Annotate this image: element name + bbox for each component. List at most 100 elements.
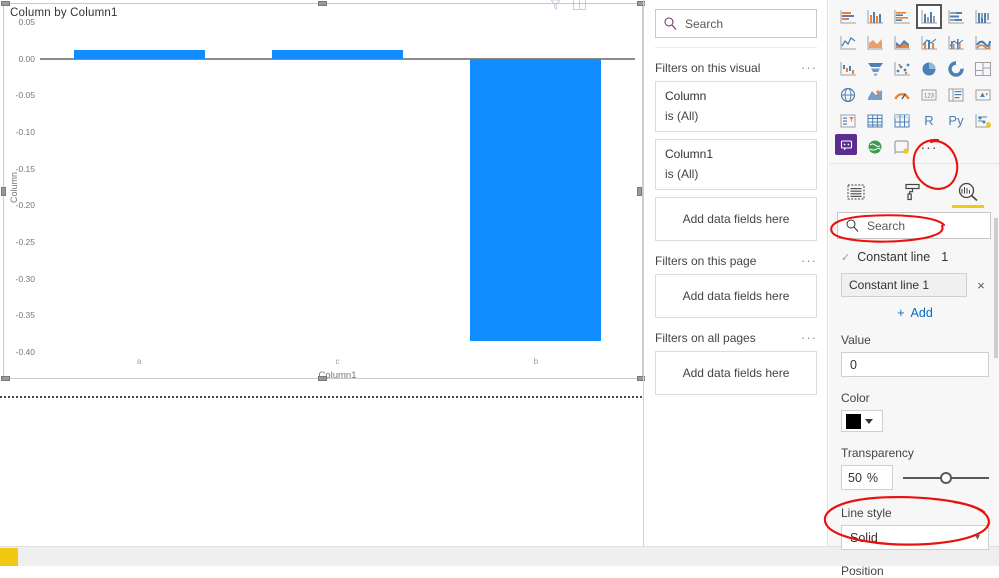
treemap-icon[interactable]	[970, 56, 996, 81]
visualization-type-gallery[interactable]: 123 R Py ···	[829, 0, 999, 159]
line-style-select[interactable]: Solid ▾	[841, 525, 989, 550]
filter-section-header: Filters on this visual ···	[655, 61, 817, 75]
plus-icon: +	[897, 306, 905, 320]
donut-chart-icon[interactable]	[943, 56, 969, 81]
transparency-slider[interactable]	[903, 470, 989, 486]
stacked-bar-chart-icon[interactable]	[835, 4, 861, 29]
format-search-box[interactable]: Search	[837, 212, 991, 239]
resize-handle-bottom-left[interactable]	[1, 376, 10, 381]
resize-handle-top-left[interactable]	[1, 1, 10, 6]
more-options-icon[interactable]: ···	[801, 331, 817, 344]
pane-tab-strip[interactable]	[829, 163, 999, 208]
python-visual-icon[interactable]: Py	[943, 108, 969, 133]
visualizations-pane[interactable]: 123 R Py ··· Search ✓ Constant line 1 Co…	[829, 0, 999, 578]
x-axis-tick: a	[136, 357, 142, 366]
analytics-pane-tab[interactable]	[952, 179, 984, 208]
more-options-icon[interactable]: ···	[801, 254, 817, 267]
resize-handle-middle-right[interactable]	[637, 187, 642, 196]
constant-line-group-header[interactable]: ✓ Constant line 1	[829, 239, 999, 273]
color-picker[interactable]	[841, 410, 883, 432]
ribbon-chart-icon[interactable]	[970, 30, 996, 55]
value-label: Value	[841, 333, 871, 347]
multi-row-card-icon[interactable]	[943, 82, 969, 107]
paint-roller-icon	[904, 183, 920, 201]
filters-pane[interactable]: Search Filters on this visual ··· Column is…	[645, 0, 828, 546]
funnel-chart-icon[interactable]	[862, 56, 888, 81]
filter-field-name: Column1	[665, 147, 714, 161]
report-page-surface[interactable]: Column by Column1 Column 0.05 0.00 -0.05 -0…	[0, 0, 645, 546]
value-input[interactable]: 0	[841, 352, 989, 377]
matrix-icon[interactable]	[889, 108, 915, 133]
r-script-visual-icon[interactable]: R	[916, 108, 942, 133]
resize-handle-top-center[interactable]	[318, 1, 327, 6]
line-and-stacked-column-chart-icon[interactable]	[916, 30, 942, 55]
constant-line-item-name[interactable]: Constant line 1	[841, 273, 967, 297]
bar-a[interactable]	[73, 49, 205, 59]
x-axis-tick: b	[533, 357, 539, 366]
search-icon	[664, 17, 677, 30]
scatter-chart-icon[interactable]	[889, 56, 915, 81]
y-axis-tick: -0.40	[15, 347, 35, 357]
transparency-row: 50 %	[841, 465, 989, 490]
filter-field-name: Column	[665, 89, 707, 103]
slider-thumb[interactable]	[940, 471, 952, 484]
constant-line-item-row[interactable]: Constant line 1 ×	[841, 273, 989, 297]
card-icon[interactable]: 123	[916, 82, 942, 107]
filter-icon[interactable]	[550, 0, 561, 10]
bar-b[interactable]	[470, 58, 602, 341]
filters-search-box[interactable]: Search	[655, 9, 817, 38]
y-axis-tick: -0.35	[15, 310, 35, 321]
filled-map-icon[interactable]	[862, 82, 888, 107]
line-chart-icon[interactable]	[835, 30, 861, 55]
chevron-down-icon	[865, 418, 873, 424]
filter-condition: is (All)	[665, 167, 699, 181]
clustered-column-chart-icon[interactable]	[916, 4, 942, 29]
key-influencers-icon[interactable]	[970, 108, 996, 133]
more-options-icon[interactable]: ···	[801, 61, 817, 74]
fields-pane-tab[interactable]	[843, 179, 869, 205]
close-icon[interactable]: ×	[973, 278, 989, 293]
filter-dropzone[interactable]: Add data fields here	[655, 274, 817, 318]
arcgis-map-icon[interactable]	[862, 134, 888, 159]
format-pane-tab[interactable]	[899, 179, 925, 205]
gauge-icon[interactable]	[889, 82, 915, 107]
filter-dropzone[interactable]: Add data fields here	[655, 351, 817, 395]
filter-condition: is (All)	[665, 109, 699, 123]
filter-card[interactable]: Column is (All)	[655, 81, 817, 132]
stacked-area-chart-icon[interactable]	[889, 30, 915, 55]
area-chart-icon[interactable]	[862, 30, 888, 55]
filter-dropzone[interactable]: Add data fields here	[655, 197, 817, 241]
transparency-input[interactable]: 50 %	[841, 465, 893, 490]
resize-handle-bottom-center[interactable]	[318, 376, 327, 381]
canvas-right-edge	[643, 0, 644, 546]
slicer-icon[interactable]	[835, 108, 861, 133]
y-axis-title: Column	[9, 172, 19, 204]
page-tab-marker[interactable]	[0, 548, 18, 566]
kpi-icon[interactable]	[970, 82, 996, 107]
format-pane-scrollbar[interactable]	[994, 218, 998, 358]
table-icon[interactable]	[862, 108, 888, 133]
line-and-clustered-column-chart-icon[interactable]	[943, 30, 969, 55]
resize-handle-middle-left[interactable]	[1, 187, 6, 196]
stacked-column-chart-icon[interactable]	[862, 4, 888, 29]
map-icon[interactable]	[835, 82, 861, 107]
focus-mode-icon[interactable]	[573, 0, 586, 10]
y-axis-tick: -0.20	[15, 200, 35, 211]
pie-chart-icon[interactable]	[916, 56, 942, 81]
transparency-unit: %	[866, 470, 879, 485]
report-canvas[interactable]: Column by Column1 Column 0.05 0.00 -0.05 -0…	[0, 0, 645, 546]
clustered-bar-chart-icon[interactable]	[889, 4, 915, 29]
bar-c[interactable]	[272, 49, 403, 59]
line-style-label: Line style	[841, 506, 892, 520]
clustered-column-chart-visual[interactable]: Column by Column1 Column 0.05 0.00 -0.05 -0…	[1, 0, 645, 381]
more-visuals-icon[interactable]: ···	[916, 134, 942, 159]
qna-visual-icon[interactable]	[835, 134, 857, 155]
fields-pane-icon	[847, 184, 865, 200]
hundred-percent-stacked-bar-chart-icon[interactable]	[943, 4, 969, 29]
add-constant-line-button[interactable]: + Add	[841, 306, 989, 320]
filters-divider	[655, 47, 817, 48]
hundred-percent-stacked-column-chart-icon[interactable]	[970, 4, 996, 29]
paginated-report-icon[interactable]	[889, 134, 915, 159]
waterfall-chart-icon[interactable]	[835, 56, 861, 81]
filter-card[interactable]: Column1 is (All)	[655, 139, 817, 190]
